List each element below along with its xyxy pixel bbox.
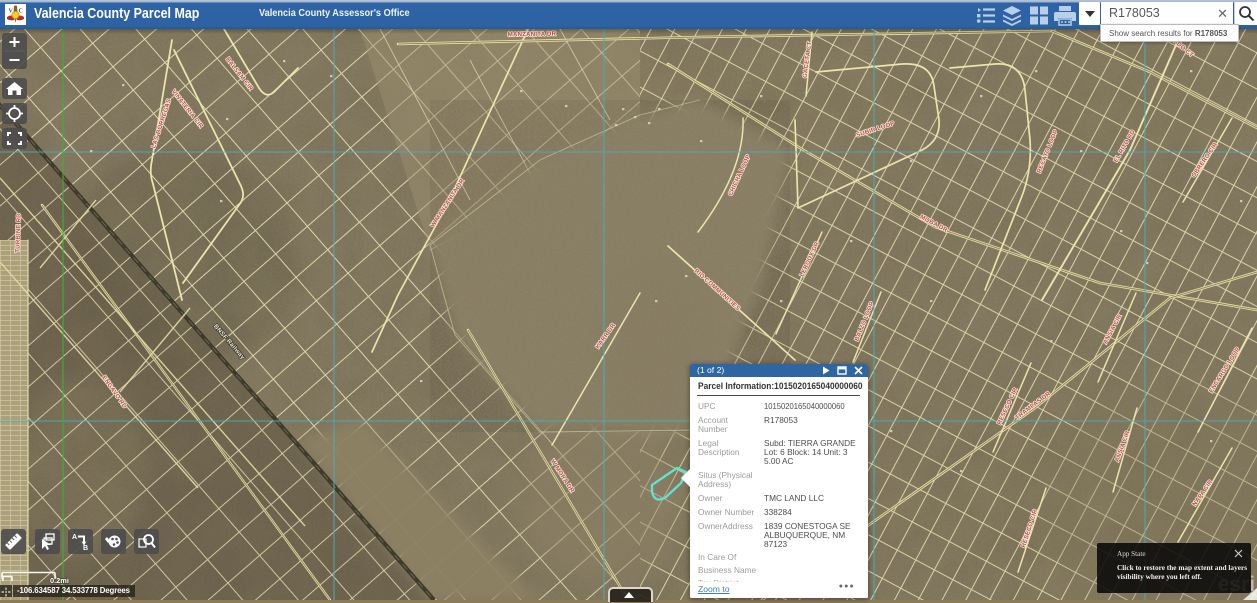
svg-text:A: A [72, 534, 77, 541]
svg-text:TURBINE RD: TURBINE RD [14, 213, 22, 253]
svg-text:0.2mi: 0.2mi [50, 576, 69, 585]
svg-text:C: C [19, 9, 23, 15]
svg-text:B: B [83, 545, 88, 552]
svg-text:V: V [9, 9, 14, 15]
